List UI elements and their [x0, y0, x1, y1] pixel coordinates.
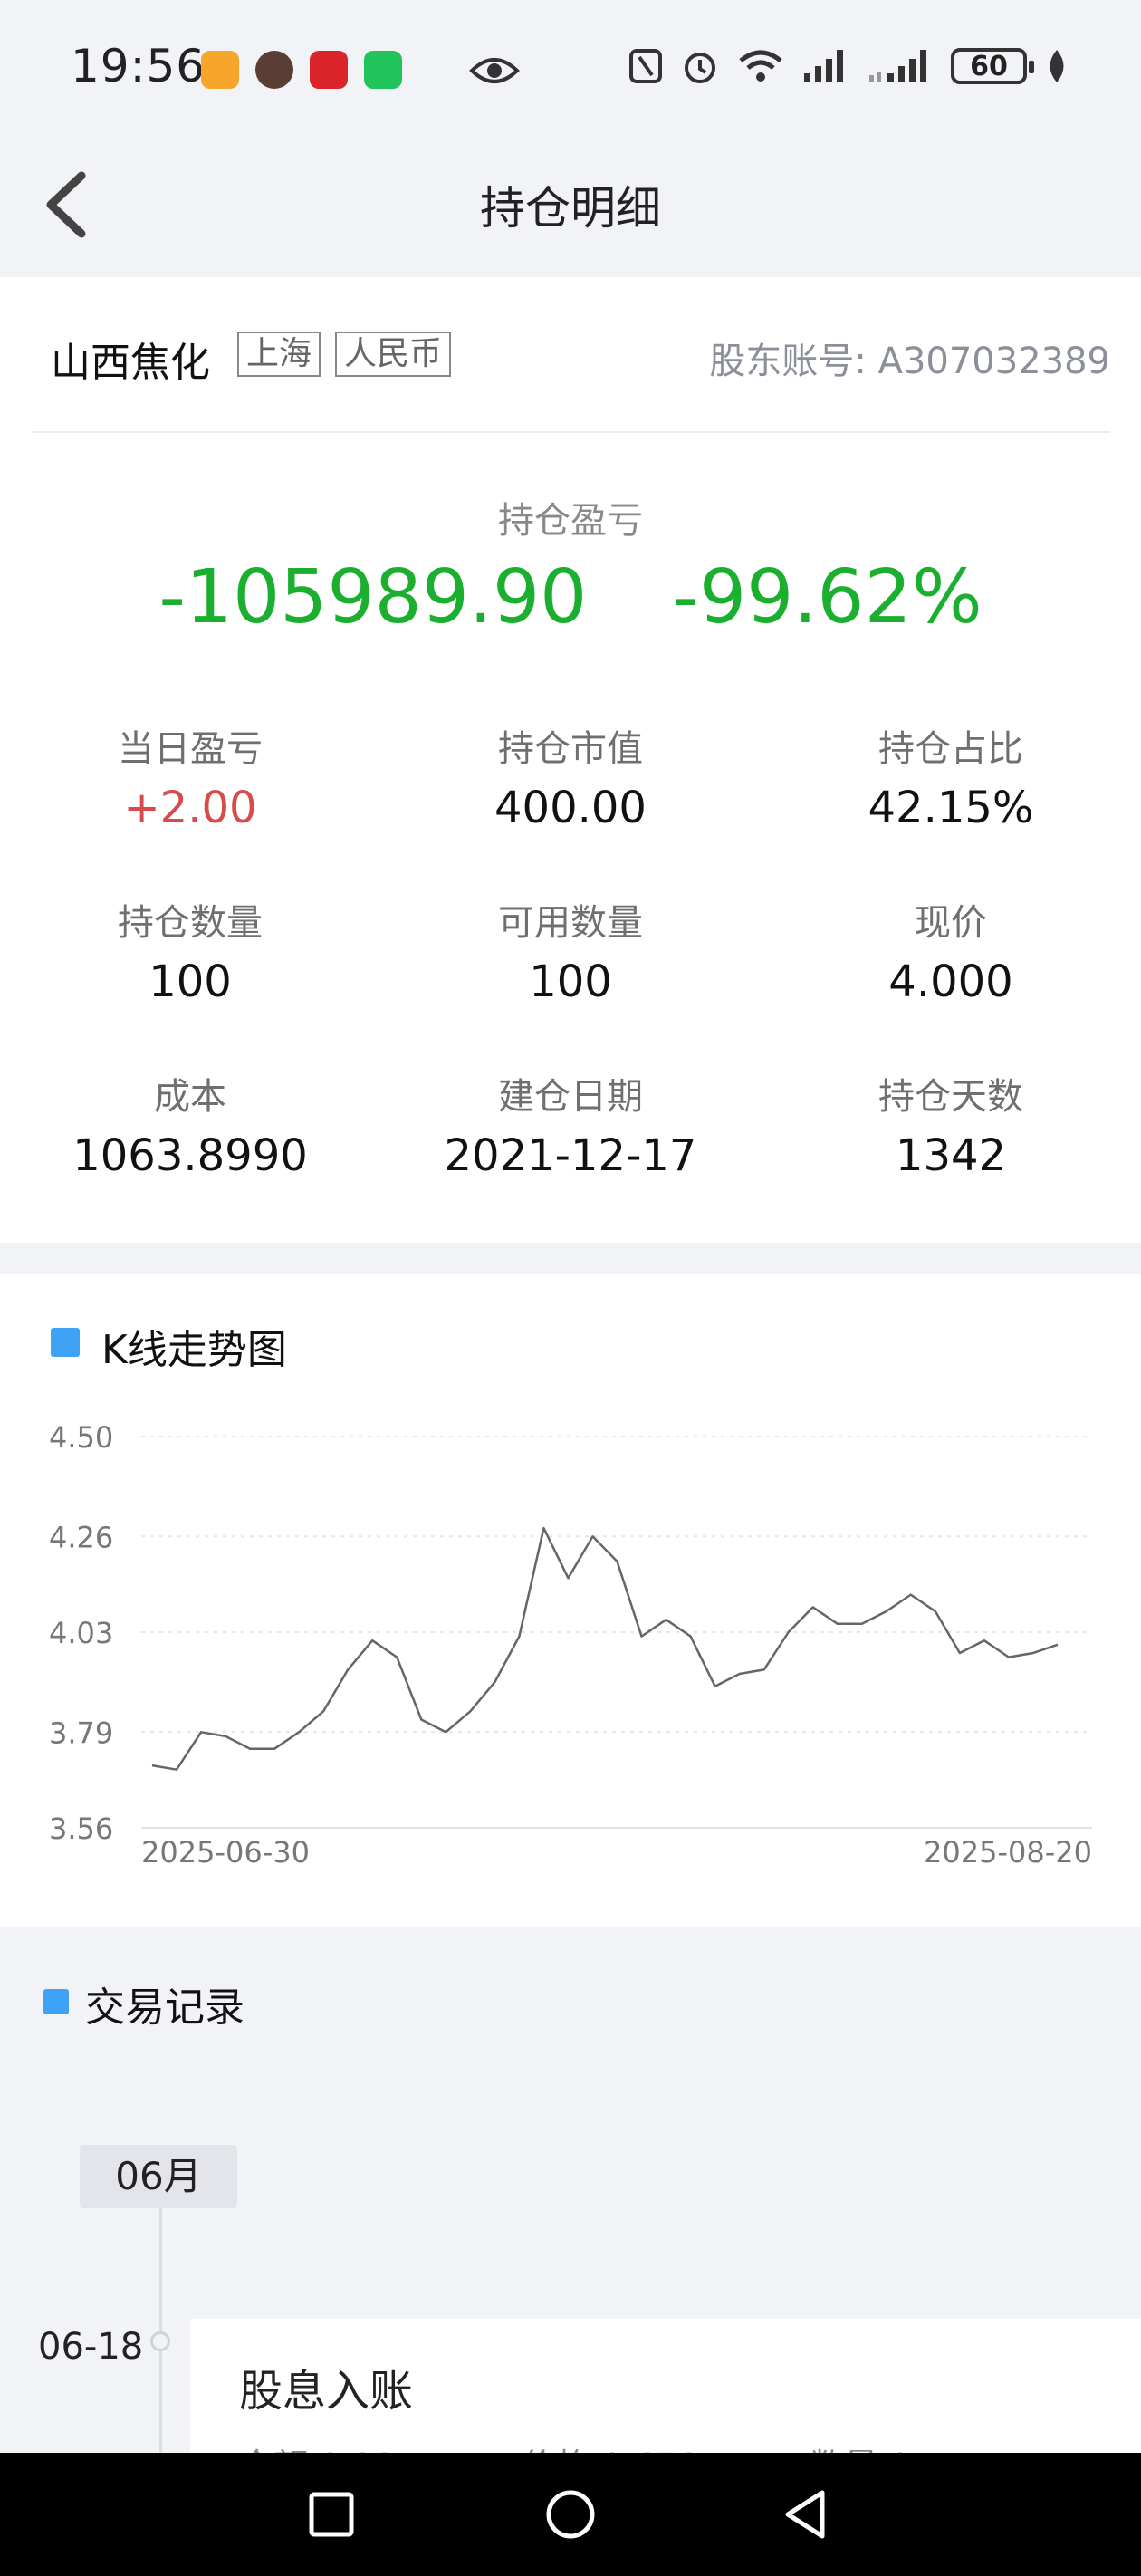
- avatar-app-icon: [255, 51, 293, 89]
- section-marker: [43, 1989, 69, 2014]
- leaf-icon: [1050, 50, 1064, 82]
- recent-apps-icon[interactable]: [297, 2480, 366, 2549]
- month-badge: 06月: [80, 2145, 237, 2208]
- trade-records-section: 交易记录 06月 06-18 股息入账 金额 0.00 价格 0.670 数量 …: [0, 1927, 1141, 2500]
- stat-current-price: 现价 4.000: [770, 893, 1132, 1007]
- pl-label: 持仓盈亏: [498, 500, 643, 542]
- nfc-icon: [629, 49, 662, 83]
- stat-label: 可用数量: [498, 902, 643, 944]
- stat-open-date: 建仓日期 2021-12-17: [389, 1067, 752, 1181]
- stat-cost: 成本 1063.8990: [9, 1067, 371, 1181]
- stat-value: 100: [149, 956, 232, 1007]
- stat-value: 4.000: [888, 956, 1013, 1007]
- system-nav-bar: [0, 2453, 1141, 2576]
- back-icon[interactable]: [772, 2480, 840, 2549]
- stat-label: 现价: [915, 902, 987, 944]
- y-tick-label: 4.03: [49, 1616, 113, 1650]
- wifi-icon: [739, 50, 782, 82]
- page-title: 持仓明细: [480, 182, 661, 235]
- stat-value: 400.00: [494, 783, 647, 833]
- record-date: 06-18: [38, 2326, 144, 2368]
- stat-available: 可用数量 100: [389, 893, 752, 1007]
- stat-value: 2021-12-17: [444, 1130, 697, 1181]
- stat-market-value: 持仓市值 400.00: [389, 719, 752, 833]
- stat-value: 100: [529, 956, 612, 1007]
- stat-label: 当日盈亏: [118, 728, 263, 770]
- stat-value: 42.15%: [868, 783, 1034, 833]
- stat-position-ratio: 持仓占比 42.15%: [770, 719, 1132, 833]
- nav-bar: 持仓明细: [0, 136, 1141, 277]
- stock-header: 山西焦化 上海 人民币 股东账号: A307032389: [31, 277, 1110, 433]
- x-tick-label: 2025-08-20: [924, 1835, 1092, 1870]
- trade-section-title: 交易记录: [85, 1985, 244, 2031]
- signal-icon: [869, 50, 926, 82]
- price-series-line: [151, 1526, 1059, 1771]
- status-time: 19:56: [71, 40, 206, 92]
- securities-app-icon: [310, 51, 348, 89]
- pl-percent: -99.62%: [672, 554, 983, 640]
- stat-value: 1342: [895, 1130, 1007, 1181]
- signal-icon: [804, 50, 843, 82]
- kline-chart-card: K线走势图 4.50 4.26 4.03 3.79 3.56 2025-06-30 2025…: [0, 1274, 1141, 1927]
- wechat-icon: [364, 51, 402, 89]
- currency-tag: 人民币: [335, 332, 452, 377]
- stat-label: 持仓天数: [878, 1076, 1023, 1118]
- home-icon[interactable]: [536, 2480, 605, 2549]
- notification-app-icon: [201, 51, 239, 89]
- battery-indicator: 60: [951, 48, 1034, 84]
- stock-name: 山西焦化: [51, 340, 210, 386]
- market-tag: 上海: [237, 332, 321, 377]
- pl-amount: -105989.90: [158, 554, 588, 640]
- y-tick-label: 3.56: [49, 1812, 113, 1846]
- y-tick-label: 4.26: [49, 1520, 113, 1554]
- stat-value: +2.00: [123, 783, 257, 833]
- position-summary-card: 山西焦化 上海 人民币 股东账号: A307032389 持仓盈亏 -10598…: [0, 277, 1141, 1243]
- x-tick-label: 2025-06-30: [141, 1835, 310, 1870]
- pl-values: -105989.90 -99.62%: [0, 554, 1141, 640]
- y-tick-label: 3.79: [49, 1716, 113, 1750]
- stat-label: 成本: [154, 1076, 226, 1118]
- stat-holding-days: 持仓天数 1342: [770, 1067, 1132, 1181]
- record-title: 股息入账: [239, 2366, 414, 2417]
- stat-quantity: 持仓数量 100: [9, 893, 371, 1007]
- eye-icon: [469, 58, 520, 83]
- stat-label: 持仓占比: [878, 728, 1023, 770]
- stat-value: 1063.8990: [72, 1130, 308, 1181]
- stat-daily-pl: 当日盈亏 +2.00: [9, 719, 371, 833]
- stat-label: 持仓市值: [498, 728, 643, 770]
- timeline-dot: [150, 2331, 170, 2351]
- stat-label: 持仓数量: [118, 902, 263, 944]
- status-bar: 19:56 60: [0, 0, 1141, 136]
- kline-chart: 4.50 4.26 4.03 3.79 3.56 2025-06-30 2025-08-20: [49, 1420, 1092, 1870]
- alarm-icon: [685, 53, 715, 83]
- shareholder-account: 股东账号: A307032389: [709, 341, 1110, 382]
- status-icons: 60: [628, 47, 1069, 85]
- stat-label: 建仓日期: [498, 1076, 643, 1118]
- y-tick-label: 4.50: [49, 1420, 113, 1455]
